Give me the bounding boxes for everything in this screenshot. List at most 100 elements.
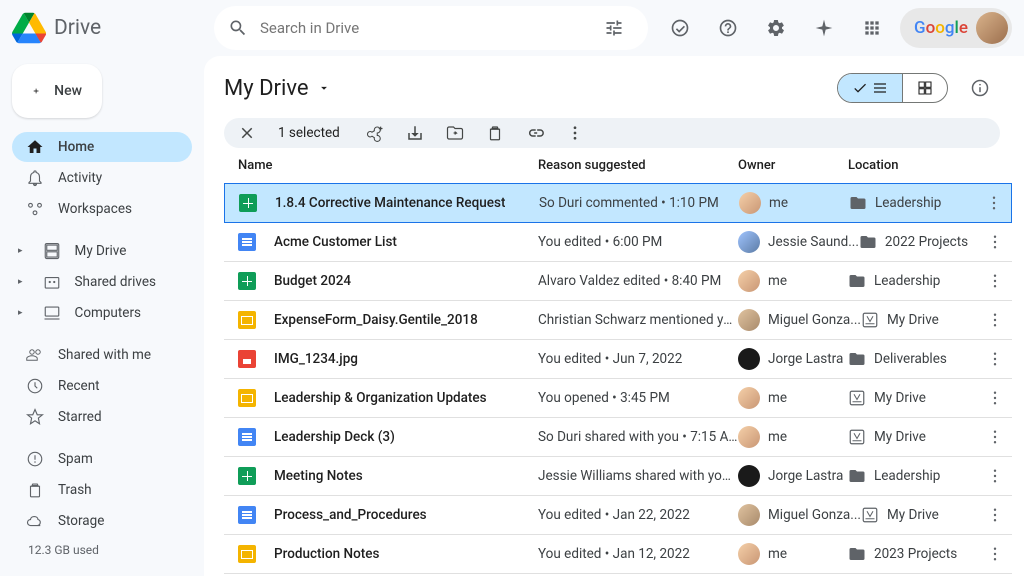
owner-avatar [738, 270, 760, 292]
grid-view-button[interactable] [902, 74, 947, 102]
close-selection-button[interactable] [238, 124, 256, 142]
sidebar-item-activity[interactable]: Activity [12, 163, 192, 193]
table-row[interactable]: ExpenseForm_Daisy.Gentile_2018Christian … [224, 301, 1012, 340]
sidebar-item-trash[interactable]: Trash [12, 475, 192, 505]
owner-name: me [768, 429, 787, 445]
table-row[interactable]: Leadership & Organization UpdatesYou ope… [224, 379, 1012, 418]
owner-avatar [738, 426, 760, 448]
table-row[interactable]: Budget 2024Alvaro Valdez edited • 8:40 P… [224, 262, 1012, 301]
sidebar-item-starred[interactable]: Starred [12, 402, 192, 432]
sidebar-item-shared-drives[interactable]: ▸ Shared drives [16, 267, 192, 297]
row-more-button[interactable] [978, 350, 1012, 368]
table-row[interactable]: Acme Customer ListYou edited • 6:00 PMJe… [224, 223, 1012, 262]
settings-button[interactable] [756, 8, 796, 48]
sidebar-item-workspaces[interactable]: Workspaces [12, 194, 192, 224]
delete-button[interactable] [486, 124, 504, 142]
file-name: Production Notes [274, 546, 379, 562]
table-row[interactable]: Meeting NotesJessie Williams shared with… [224, 457, 1012, 496]
location-cell[interactable]: Leadership [849, 194, 977, 212]
header-actions: Google [660, 8, 1012, 48]
owner-name: me [768, 273, 787, 289]
sidebar-item-shared-with-me[interactable]: Shared with me [12, 340, 192, 370]
owner-avatar [738, 387, 760, 409]
file-list: 1.8.4 Corrective Maintenance RequestSo D… [224, 183, 1012, 576]
expand-icon[interactable]: ▸ [18, 246, 23, 256]
reason-text: So Duri shared with you • 7:15 AM [538, 429, 738, 445]
location-cell[interactable]: 2022 Projects [859, 233, 978, 251]
details-button[interactable] [960, 68, 1000, 108]
col-name[interactable]: Name [238, 158, 538, 173]
share-button[interactable] [366, 124, 384, 142]
table-row[interactable]: Process_and_ProceduresYou edited • Jan 2… [224, 496, 1012, 535]
location-cell[interactable]: Deliverables [848, 350, 978, 368]
help-button[interactable] [708, 8, 748, 48]
col-reason[interactable]: Reason suggested [538, 158, 738, 173]
table-row[interactable]: Leadership Deck (3) So Duri shared with y… [224, 418, 1012, 457]
row-more-button[interactable] [978, 272, 1012, 290]
sidebar-item-recent[interactable]: Recent [12, 371, 192, 401]
location-cell[interactable]: 2023 Projects [848, 545, 978, 563]
owner-avatar [738, 231, 760, 253]
selection-count: 1 selected [278, 125, 340, 141]
new-button[interactable]: New [12, 64, 102, 118]
list-icon [872, 80, 888, 96]
row-more-button[interactable] [978, 389, 1012, 407]
expand-icon[interactable]: ▸ [18, 308, 23, 318]
row-more-button[interactable] [978, 311, 1012, 329]
account-chip[interactable]: Google [900, 8, 1012, 48]
logo-area[interactable]: Drive [12, 11, 202, 45]
move-button[interactable] [446, 124, 464, 142]
link-button[interactable] [526, 124, 544, 142]
owner-name: Miguel Gonza... [768, 312, 861, 328]
file-name: Budget 2024 [274, 273, 351, 289]
more-actions-button[interactable] [566, 124, 584, 142]
computer-icon [43, 304, 61, 322]
location-cell[interactable]: Leadership [848, 467, 978, 485]
offline-button[interactable] [660, 8, 700, 48]
download-button[interactable] [406, 124, 424, 142]
location-cell[interactable]: My Drive [861, 506, 978, 524]
file-name: ExpenseForm_Daisy.Gentile_2018 [274, 312, 478, 328]
row-more-button[interactable] [978, 506, 1012, 524]
location-cell[interactable]: My Drive [848, 428, 978, 446]
row-more-button[interactable] [978, 233, 1012, 251]
location-cell[interactable]: Leadership [848, 272, 978, 290]
sidebar-item-storage[interactable]: Storage [12, 506, 192, 536]
tune-icon [604, 18, 624, 38]
apps-button[interactable] [852, 8, 892, 48]
reason-text: You edited • 6:00 PM [538, 234, 738, 250]
reason-text: You edited • Jan 22, 2022 [538, 507, 738, 523]
search-input[interactable] [260, 19, 594, 37]
row-more-button[interactable] [978, 545, 1012, 563]
reason-text: You edited • Jun 7, 2022 [538, 351, 738, 367]
location-cell[interactable]: My Drive [848, 389, 978, 407]
row-more-button[interactable] [978, 428, 1012, 446]
table-row[interactable]: 1.8.4 Corrective Maintenance RequestSo D… [224, 183, 1012, 223]
sidebar-item-my-drive[interactable]: ▸ My Drive [16, 236, 192, 266]
search-bar[interactable] [214, 6, 648, 50]
expand-icon[interactable]: ▸ [18, 277, 23, 287]
list-view-button[interactable] [838, 74, 902, 102]
owner-name: me [768, 546, 787, 562]
sidebar-item-spam[interactable]: Spam [12, 444, 192, 474]
file-type-icon [238, 233, 256, 251]
location-cell[interactable]: My Drive [861, 311, 978, 329]
row-more-button[interactable] [977, 194, 1011, 212]
file-type-icon [238, 350, 256, 368]
table-row[interactable]: Production NotesYou edited • Jan 12, 202… [224, 535, 1012, 574]
file-name: Leadership Deck (3) [274, 429, 395, 445]
col-location[interactable]: Location [848, 158, 956, 173]
table-row[interactable]: IMG_1234.jpgYou edited • Jun 7, 2022Jorg… [224, 340, 1012, 379]
breadcrumb-title[interactable]: My Drive [224, 76, 331, 101]
sidebar-item-home[interactable]: Home [12, 132, 192, 162]
file-type-icon [238, 428, 256, 446]
row-more-button[interactable] [978, 467, 1012, 485]
cloud-icon [26, 512, 44, 530]
search-options-button[interactable] [594, 8, 634, 48]
location-name: Leadership [874, 468, 940, 484]
gemini-button[interactable] [804, 8, 844, 48]
sidebar-item-computers[interactable]: ▸ Computers [16, 298, 192, 328]
owner-name: Jessie Saund... [768, 234, 859, 250]
people-icon [26, 346, 44, 364]
col-owner[interactable]: Owner [738, 158, 848, 173]
